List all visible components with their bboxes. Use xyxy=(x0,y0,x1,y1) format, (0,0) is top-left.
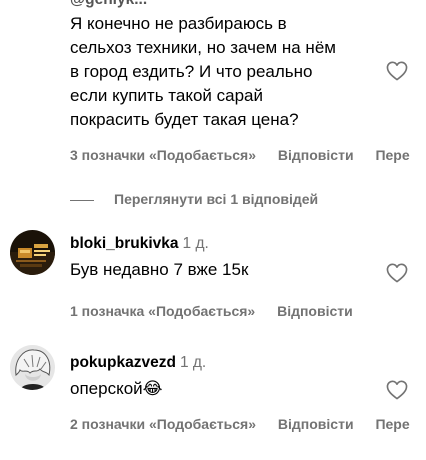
view-replies-label[interactable]: Переглянути всі 1 відповідей xyxy=(114,191,318,207)
avatar-image xyxy=(10,345,55,390)
comment-text: Був недавно 7 вже 15к xyxy=(70,260,249,279)
avatar-image xyxy=(10,230,55,275)
reply-button[interactable]: Відповісти xyxy=(278,416,354,432)
comment-actions: 1 позначка «Подобається» Відповісти xyxy=(70,302,371,320)
comment-actions: 3 позначки «Подобається» Відповісти Пере xyxy=(70,146,426,164)
comment-header: bloki_brukivka 1 д. xyxy=(70,234,376,254)
comment-text: оперской😂 xyxy=(70,379,163,398)
comment-actions: 2 позначки «Подобається» Відповісти Пере xyxy=(70,415,426,433)
comment-header: @genlyk... xyxy=(70,0,376,10)
likes-count[interactable]: 3 позначки «Подобається» xyxy=(70,147,256,163)
likes-count[interactable]: 1 позначка «Подобається» xyxy=(70,303,255,319)
reply-button[interactable]: Відповісти xyxy=(278,147,354,163)
likes-count[interactable]: 2 позначки «Подобається» xyxy=(70,416,256,432)
comment-text: Я конечно не разбираюсь в сельхоз техник… xyxy=(70,14,336,129)
comment-time: 1 д. xyxy=(179,354,207,371)
avatar[interactable] xyxy=(10,345,55,390)
comment-username[interactable]: pokupkazvezd xyxy=(70,354,176,371)
more-action[interactable]: Пере xyxy=(375,416,409,432)
comment-username[interactable]: bloki_brukivka xyxy=(70,235,179,252)
view-replies-button[interactable]: Переглянути всі 1 відповідей xyxy=(70,190,318,208)
like-heart-icon[interactable] xyxy=(386,263,408,283)
comment-time: 1 д. xyxy=(182,235,209,252)
comment-username[interactable]: @genlyk... xyxy=(70,0,147,8)
more-action[interactable]: Пере xyxy=(375,147,409,163)
comment-header: pokupkazvezd 1 д. xyxy=(70,353,376,373)
like-heart-icon[interactable] xyxy=(386,380,408,400)
avatar[interactable] xyxy=(10,230,55,275)
reply-button[interactable]: Відповісти xyxy=(277,303,353,319)
divider-line xyxy=(70,199,94,201)
like-heart-icon[interactable] xyxy=(386,61,408,81)
